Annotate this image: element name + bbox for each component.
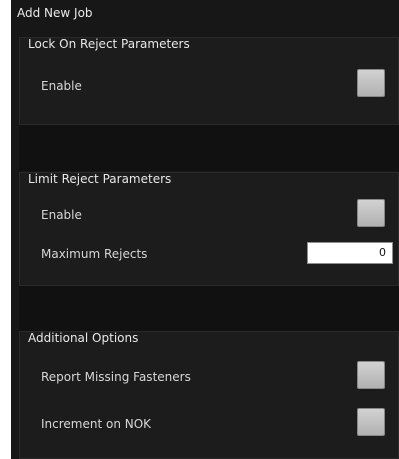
maximum-rejects-input[interactable]: 0 <box>307 242 393 264</box>
limit-reject-title: Limit Reject Parameters <box>28 172 172 186</box>
lock-on-reject-section: Lock On Reject Parameters Enable <box>19 37 399 125</box>
add-new-job-panel: Add New Job Lock On Reject Parameters En… <box>11 0 399 459</box>
maximum-rejects-label: Maximum Rejects <box>41 247 148 261</box>
limit-enable-checkbox[interactable] <box>357 199 385 227</box>
section-spacer <box>19 125 399 171</box>
increment-nok-checkbox[interactable] <box>357 408 385 436</box>
additional-options-section: Additional Options Report Missing Fasten… <box>19 331 399 459</box>
window-title: Add New Job <box>17 6 93 20</box>
additional-options-title: Additional Options <box>28 331 139 345</box>
report-missing-checkbox[interactable] <box>357 361 385 389</box>
lock-on-reject-title: Lock On Reject Parameters <box>28 37 190 51</box>
lock-enable-label: Enable <box>41 79 82 93</box>
lock-enable-checkbox[interactable] <box>357 69 385 97</box>
limit-enable-label: Enable <box>41 208 82 222</box>
report-missing-label: Report Missing Fasteners <box>41 370 191 384</box>
section-spacer <box>19 286 399 331</box>
increment-nok-label: Increment on NOK <box>41 417 152 431</box>
limit-reject-section: Limit Reject Parameters Enable Maximum R… <box>19 172 399 286</box>
